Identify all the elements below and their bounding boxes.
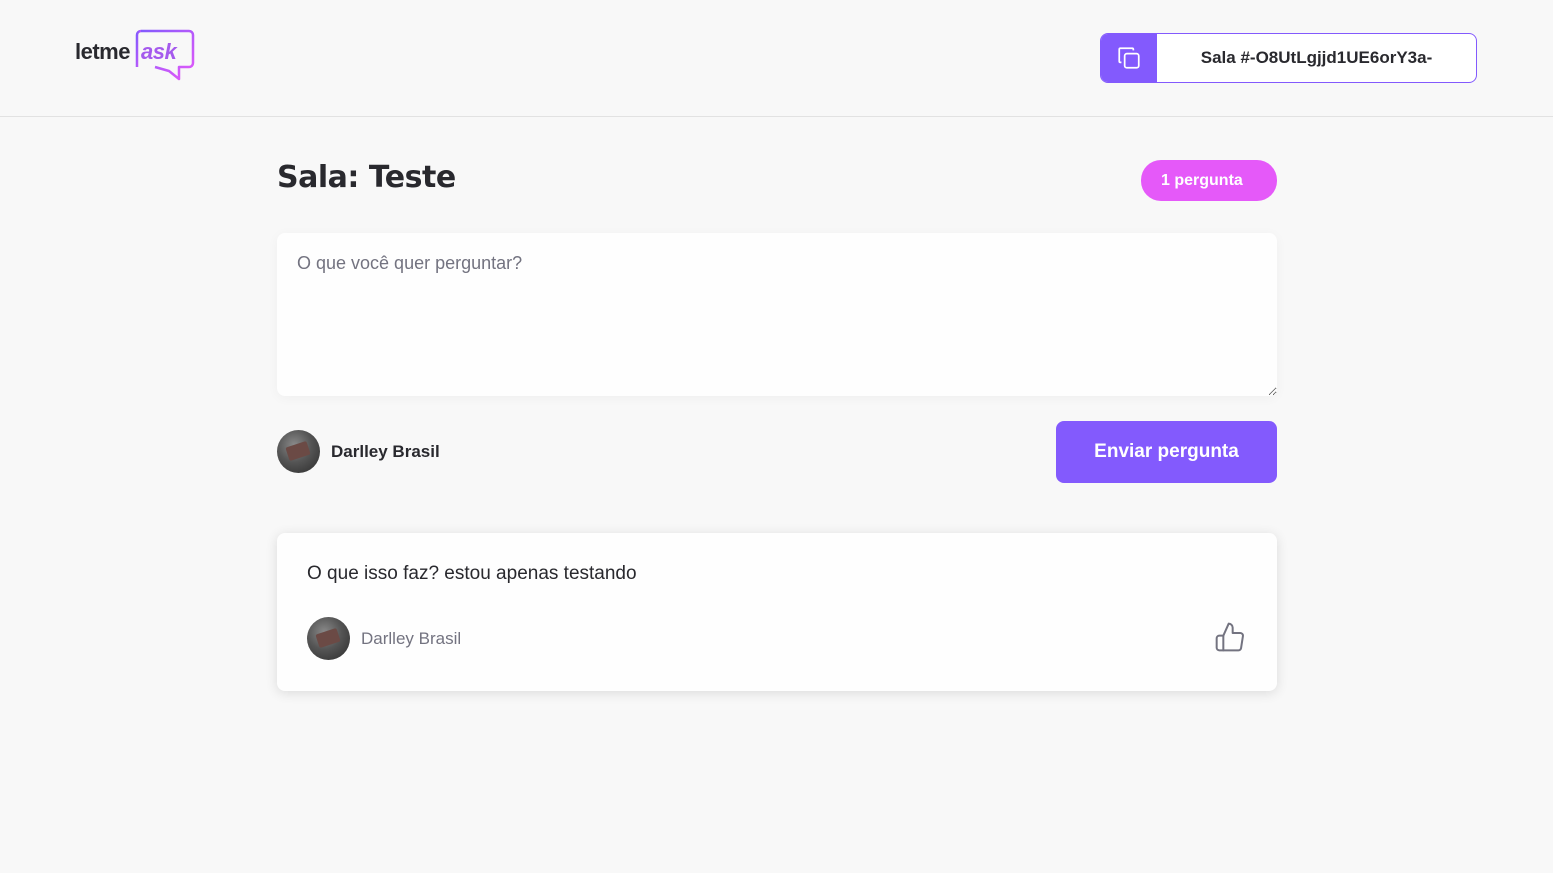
question-author-info: Darlley Brasil xyxy=(307,617,461,660)
logo-text-ask: ask xyxy=(141,39,177,64)
question-count-badge: 1 pergunta xyxy=(1141,160,1277,201)
logo-text-letme: letme xyxy=(75,39,130,64)
user-name: Darlley Brasil xyxy=(331,441,440,461)
avatar xyxy=(277,430,320,473)
form-footer: Darlley Brasil Enviar pergunta xyxy=(277,421,1277,483)
room-title-row: Sala: Teste 1 pergunta xyxy=(277,160,1277,201)
room-code-text: Sala #-O8UtLgjjd1UE6orY3a- xyxy=(1200,48,1433,67)
question-footer: Darlley Brasil xyxy=(307,617,1247,661)
avatar xyxy=(307,617,350,660)
question-input[interactable] xyxy=(277,233,1277,396)
letmeask-logo[interactable]: letme ask xyxy=(75,29,195,87)
like-button[interactable] xyxy=(1213,621,1247,655)
thumbs-up-icon xyxy=(1215,622,1244,652)
question-content: O que isso faz? estou apenas testando xyxy=(307,563,637,584)
copy-icon[interactable] xyxy=(1101,34,1157,82)
question-card: O que isso faz? estou apenas testando Da… xyxy=(277,533,1277,691)
header: letme ask Sala #-O8UtLgjjd1UE6orY3a- xyxy=(0,0,1553,117)
question-author-name: Darlley Brasil xyxy=(361,628,462,648)
room-code-button[interactable]: Sala #-O8UtLgjjd1UE6orY3a- xyxy=(1100,33,1477,83)
send-question-button[interactable]: Enviar pergunta xyxy=(1056,421,1277,483)
page-title: Sala: Teste xyxy=(277,160,456,195)
current-user-info: Darlley Brasil xyxy=(277,430,440,473)
